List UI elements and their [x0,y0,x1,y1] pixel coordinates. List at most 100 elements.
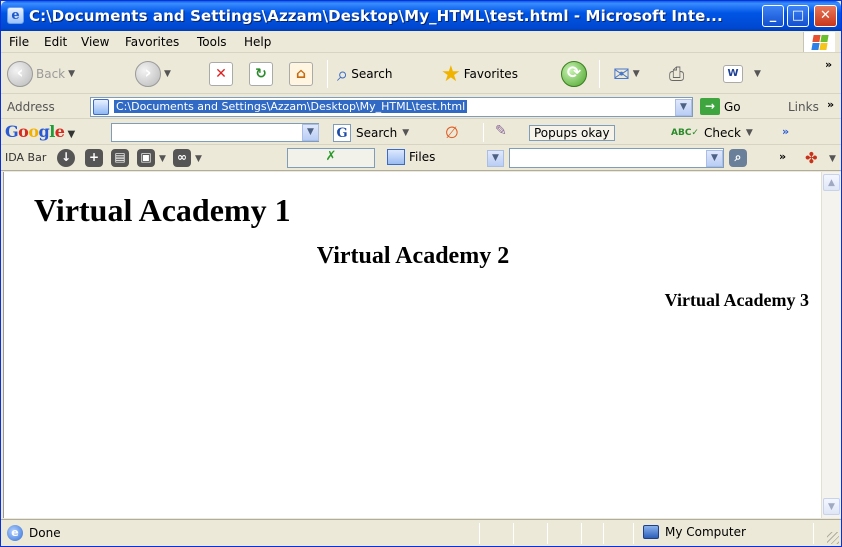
address-bar: Address C:\Documents and Settings\Azzam\… [1,95,841,119]
ie-page-icon: e [7,7,24,24]
back-button[interactable]: ‹ Back ▼ [7,60,75,88]
menu-view[interactable]: View [81,35,109,49]
monitor-icon[interactable]: ▣ [137,149,155,167]
chevron-down-icon: ▼ [402,127,410,138]
status-divider [513,523,514,544]
google-dropdown-icon[interactable]: ▼ [302,124,319,141]
print-button[interactable]: ⎙ [669,60,684,88]
minimize-button[interactable]: _ [762,5,784,27]
check-label: Check [703,125,741,140]
go-button[interactable]: → Go [700,98,741,115]
toolbar-separator [483,123,484,142]
address-url[interactable]: C:\Documents and Settings\Azzam\Desktop\… [114,100,468,113]
chevron-down-icon[interactable]: ▼ [829,154,836,164]
menu-edit[interactable]: Edit [44,35,67,49]
computer-icon [643,525,659,539]
status-text: Done [29,526,61,540]
files-dropdown-icon[interactable]: ▼ [487,150,504,167]
ida-search-dropdown-icon[interactable]: ▼ [706,150,723,167]
ida-more-chevron-icon[interactable]: » [779,150,786,163]
ida-search-input[interactable] [509,148,724,168]
status-text-area: e Done [7,525,61,541]
ida-tools-icon[interactable]: ✤ [805,149,818,167]
forward-button[interactable]: › ▼ [135,60,171,88]
mail-button[interactable]: ✉ ▼ [613,60,640,88]
pagerank-icon[interactable]: ∅ [445,123,459,142]
ida-toolbar: IDA Bar ↓ + ▤ ▣ ▼ ∞ ▼ ✗ Files ▼ ▼ ⌕ » ✤ … [1,146,841,171]
chevron-down-icon: ▼ [632,69,640,79]
close-button[interactable]: ✕ [814,5,837,27]
google-search-input[interactable] [111,123,319,142]
window-title: C:\Documents and Settings\Azzam\Desktop\… [29,7,723,25]
forward-arrow-icon: › [135,61,161,87]
options-icon[interactable]: ∞ [173,149,191,167]
chevron-down-icon[interactable]: ▼ [159,154,166,164]
edit-word-button[interactable]: W ▼ [723,60,761,88]
toolbar-more-chevron-icon[interactable]: » [825,58,832,71]
popups-label: Popups okay [529,124,615,141]
menu-favorites[interactable]: Favorites [125,35,179,49]
star-icon: ★ [441,61,461,87]
magnifier-icon[interactable]: ⌕ [729,149,747,167]
word-icon: W [723,65,743,83]
toolbar-separator [327,60,328,88]
chevron-down-icon: ▼ [68,69,76,79]
menu-tools[interactable]: Tools [197,35,227,49]
google-logo[interactable]: Google ▼ [5,122,75,141]
favorites-button[interactable]: ★ Favorites [441,60,518,88]
links-chevron-icon[interactable]: » [827,98,834,111]
history-icon: ⟳ [561,61,587,87]
google-search-button[interactable]: G Search ▼ [333,123,409,142]
home-button[interactable]: ⌂ [289,60,313,88]
address-dropdown-icon[interactable]: ▼ [675,99,692,116]
capture-field[interactable]: ✗ [287,148,375,168]
address-input[interactable]: C:\Documents and Settings\Azzam\Desktop\… [90,97,693,117]
printer-icon: ⎙ [669,63,685,85]
google-toolbar: Google ▼ ▼ G Search ▼ ∅ ✎ Popups okay AB… [1,120,841,145]
files-label: Files [409,150,436,164]
windows-logo-icon [803,32,835,52]
browser-window: e C:\Documents and Settings\Azzam\Deskto… [0,0,842,547]
resize-grip-icon[interactable] [827,532,839,544]
status-divider [479,523,480,544]
menu-help[interactable]: Help [244,35,271,49]
status-bar: e Done My Computer [1,519,841,546]
stop-button[interactable]: ✕ [209,60,233,88]
heading-1: Virtual Academy 1 [34,192,291,228]
scroll-up-icon[interactable]: ▲ [823,174,840,191]
refresh-button[interactable]: ↻ [249,60,273,88]
chevron-down-icon: ▼ [164,69,171,79]
history-button[interactable]: ⟳ [561,60,587,88]
files-dropdown[interactable]: Files [387,149,435,165]
search-icon: ⌕ [337,62,349,86]
download-icon[interactable]: ↓ [57,149,75,167]
heading-2: Virtual Academy 2 [316,243,510,269]
add-icon[interactable]: + [85,149,103,167]
chevron-down-icon[interactable]: ▼ [195,154,202,164]
home-icon: ⌂ [289,62,313,86]
status-divider [581,523,582,544]
menu-file[interactable]: File [9,35,29,49]
stop-icon: ✕ [209,62,233,86]
refresh-icon: ↻ [249,62,273,86]
clipboard-icon[interactable]: ▤ [111,149,129,167]
links-button[interactable]: Links [788,100,819,114]
popups-okay-button[interactable]: Popups okay [529,123,615,142]
maximize-button[interactable]: □ [787,5,809,27]
scroll-down-icon[interactable]: ▼ [823,498,840,515]
vertical-scrollbar[interactable]: ▲ ▼ [821,172,841,518]
google-more-chevron-icon[interactable]: » [782,125,789,138]
search-label: Search [351,67,393,81]
highlighter-icon[interactable]: ✎ [495,123,507,139]
search-button[interactable]: ⌕ Search [337,60,392,88]
chevron-down-icon: ▼ [754,69,761,79]
mail-icon: ✉ [613,62,630,86]
status-divider [633,523,634,544]
back-label: Back [36,67,66,81]
title-bar[interactable]: e C:\Documents and Settings\Azzam\Deskto… [1,1,841,31]
go-arrow-icon: → [700,98,720,115]
address-label: Address [7,100,55,114]
spell-check-button[interactable]: ABC✓ Check ▼ [671,123,753,142]
chevron-down-icon: ▼ [745,127,753,138]
go-label: Go [724,99,741,114]
